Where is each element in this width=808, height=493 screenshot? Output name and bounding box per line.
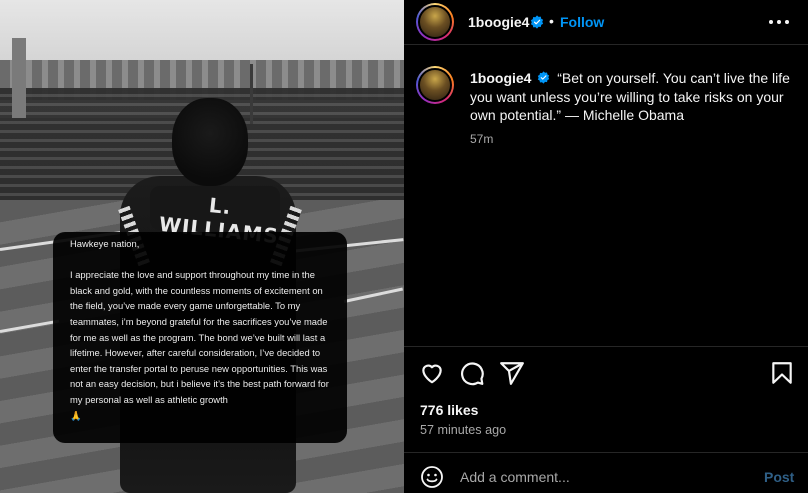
comment-input[interactable] [460,465,750,489]
post-comment-button[interactable]: Post [764,469,794,485]
post-timestamp[interactable]: 57 minutes ago [420,423,506,437]
note-emoji: 🙏 [70,409,82,421]
share-icon[interactable] [499,360,525,386]
header-separator: • [549,13,554,29]
follow-button[interactable]: Follow [560,14,604,30]
note-greeting: Hawkeye nation, [70,238,140,249]
post-media[interactable]: L. WILLIAMS Hawkeye nation, I appreciate… [0,0,404,493]
actions-divider [404,346,808,347]
more-options-icon[interactable] [766,12,792,32]
post-sidebar: 1boogie4 • Follow 1boogie4 “Bet on yours… [404,0,808,493]
caption-username[interactable]: 1boogie4 [470,70,531,86]
avatar[interactable] [416,3,454,41]
heart-icon[interactable] [419,360,445,386]
header-username[interactable]: 1boogie4 [468,14,529,30]
verified-badge-icon [538,71,550,84]
caption-timestamp: 57m [470,132,494,146]
header-divider [404,44,808,45]
caption: 1boogie4 “Bet on yourself. You can’t liv… [470,69,796,125]
photo-player-head [172,98,248,186]
verified-badge-icon [530,15,544,29]
photo-scoreboard-post [12,38,26,118]
emoji-icon[interactable] [420,465,444,489]
note-body: I appreciate the love and support throug… [70,269,329,405]
comment-divider [404,452,808,453]
comment-icon[interactable] [459,360,485,386]
photo-light-pole [250,64,253,124]
caption-avatar[interactable] [416,66,454,104]
post-header: 1boogie4 • Follow [404,0,808,44]
text-overlay-note: Hawkeye nation, I appreciate the love an… [53,232,347,443]
bookmark-icon[interactable] [769,360,795,386]
like-count[interactable]: 776 likes [420,402,478,418]
